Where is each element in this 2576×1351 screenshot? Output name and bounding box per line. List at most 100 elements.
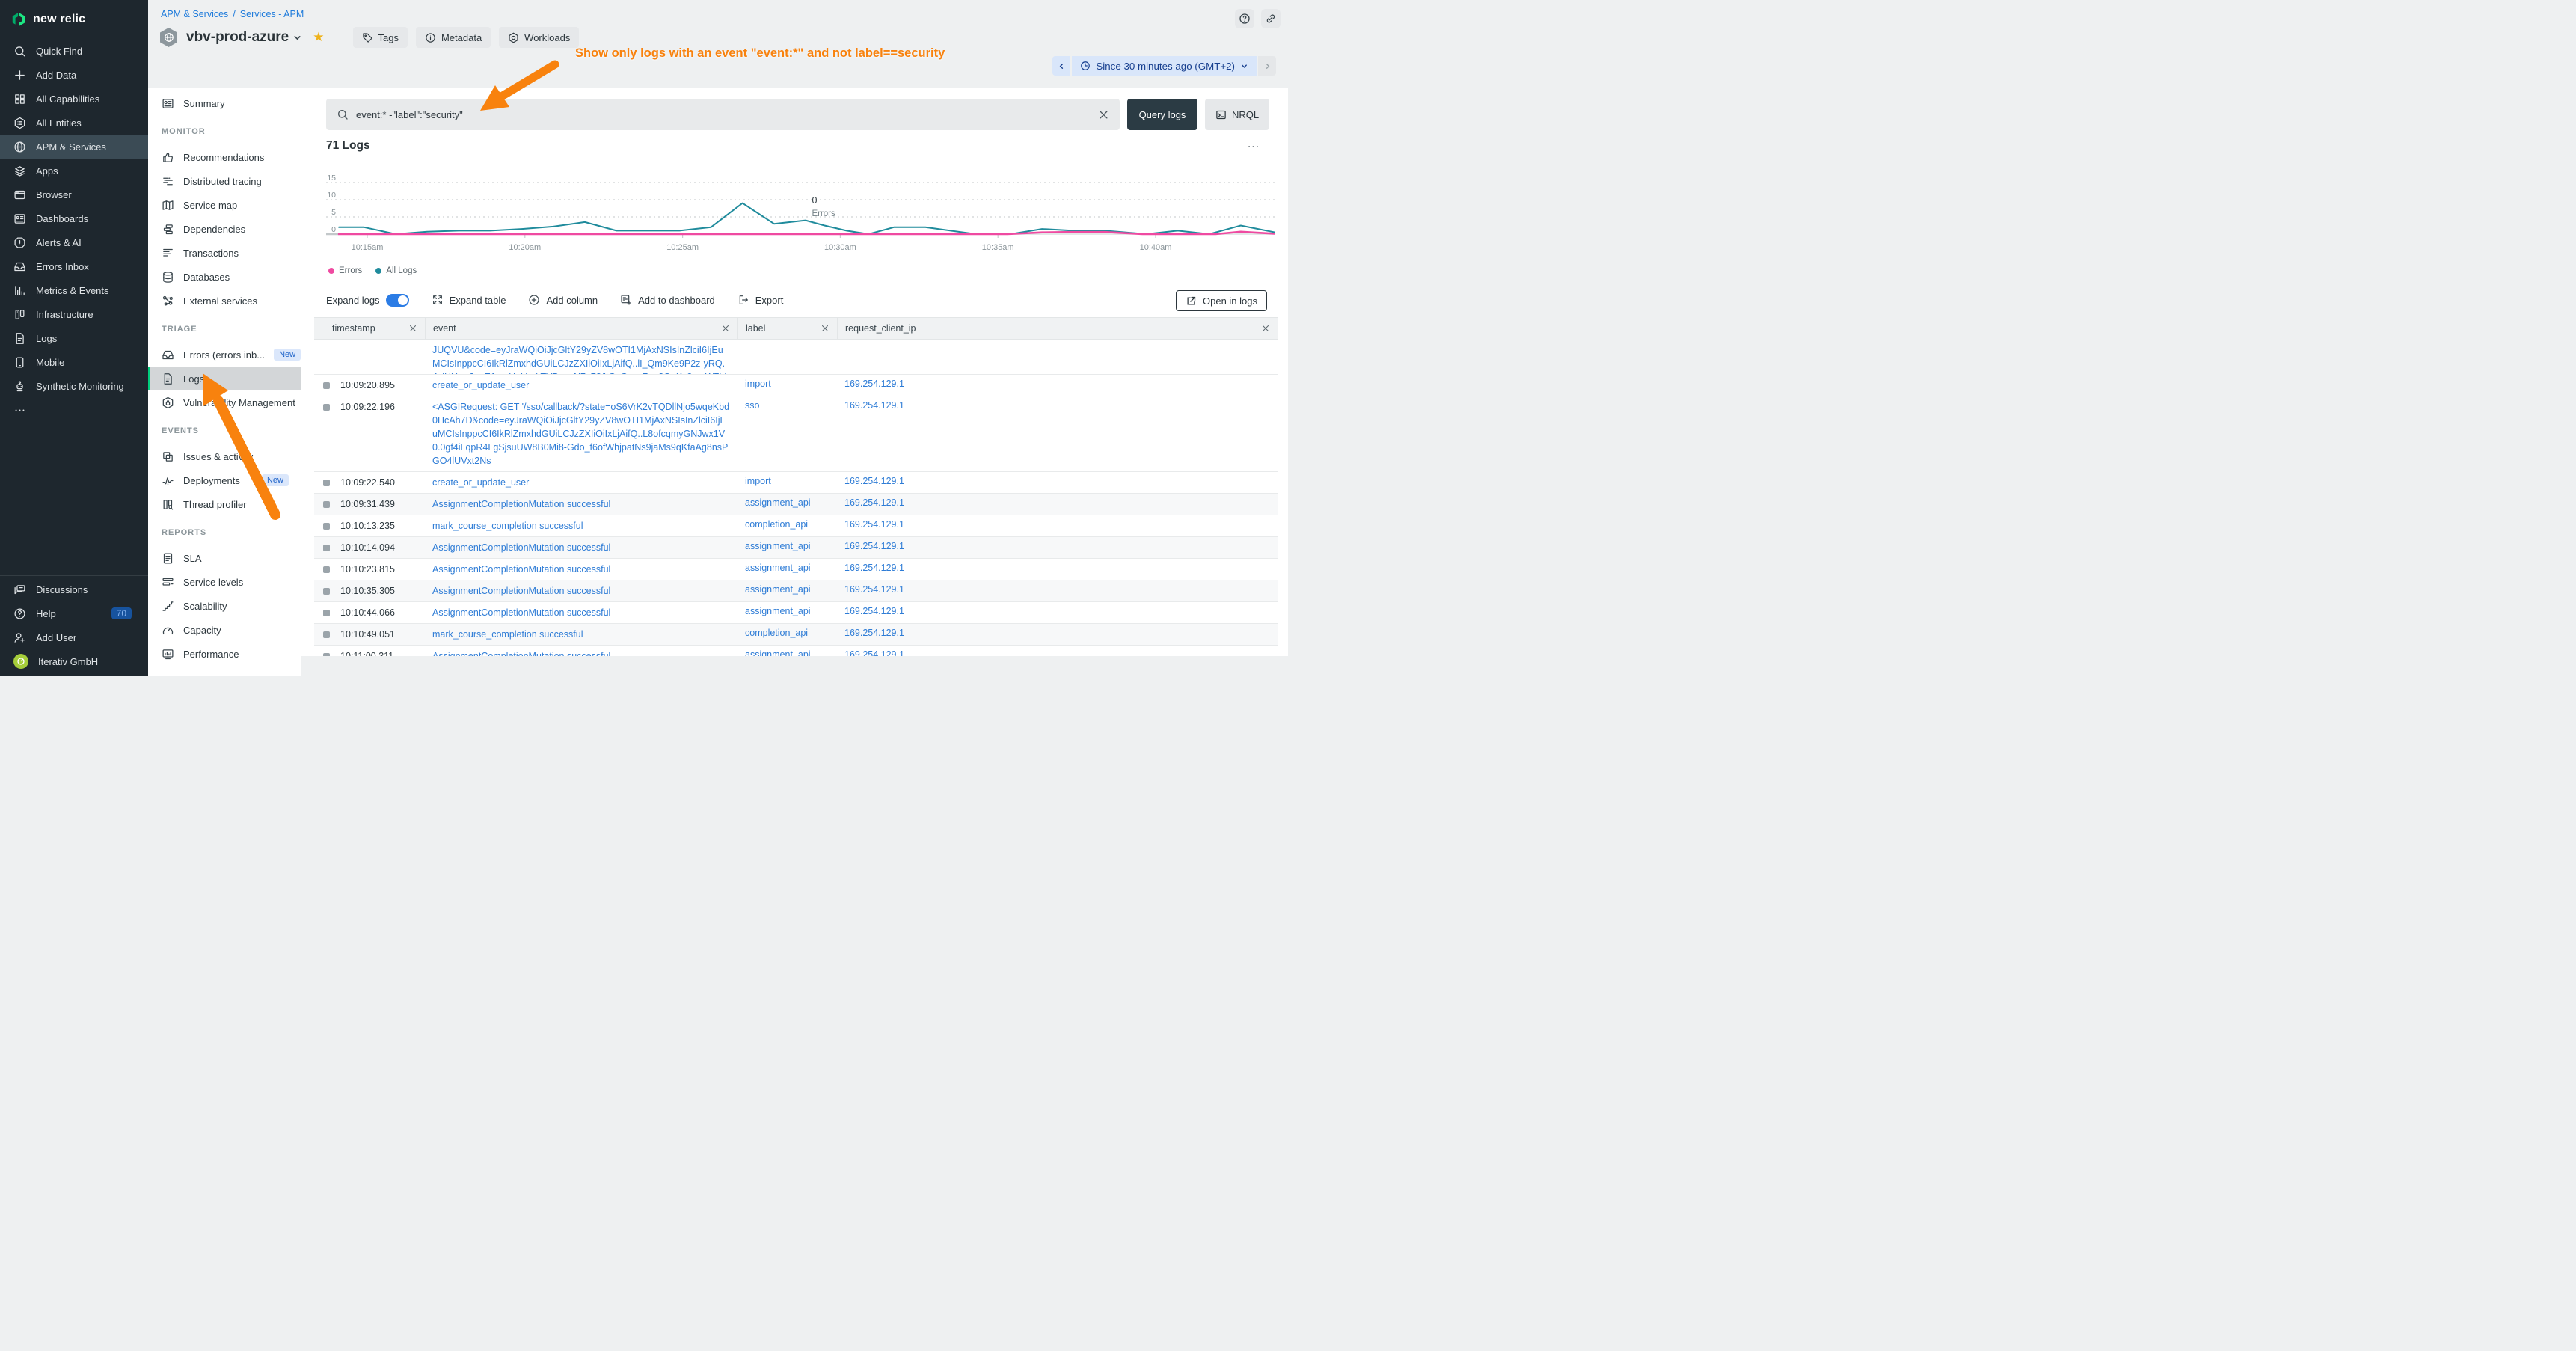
time-back-button[interactable] [1052, 56, 1070, 76]
log-label-link[interactable]: assignment_api [745, 584, 811, 595]
sidebar-item-browser[interactable]: Browser [0, 183, 148, 206]
log-ip-link[interactable]: 169.254.129.1 [844, 628, 904, 638]
log-label-link[interactable]: assignment_api [745, 563, 811, 573]
log-event-link[interactable]: mark_course_completion successful [432, 628, 583, 641]
workloads-button[interactable]: Workloads [499, 27, 579, 48]
subnav-item-transactions[interactable]: Transactions [148, 241, 301, 265]
remove-column-button[interactable] [1261, 324, 1270, 333]
legend-item-all-logs[interactable]: All Logs [375, 266, 417, 275]
time-forward-button[interactable] [1258, 56, 1276, 76]
log-event-link[interactable]: AssignmentCompletionMutation successful [432, 563, 610, 576]
row-select-square[interactable] [323, 566, 330, 573]
table-row[interactable]: 10:10:23.815AssignmentCompletionMutation… [314, 559, 1278, 580]
toolbar-expand-table[interactable]: Expand table [432, 294, 506, 306]
column-header-label[interactable]: label [737, 318, 837, 339]
log-event-link[interactable]: AssignmentCompletionMutation successful [432, 497, 610, 511]
sidebar-item-errors-inbox[interactable]: Errors Inbox [0, 254, 148, 278]
subnav-item-recommendations[interactable]: Recommendations [148, 145, 301, 169]
breadcrumb-apm-services[interactable]: APM & Services [161, 9, 228, 19]
log-label-link[interactable]: assignment_api [745, 497, 811, 508]
remove-column-button[interactable] [821, 324, 829, 333]
table-row[interactable]: 10:10:14.094AssignmentCompletionMutation… [314, 537, 1278, 559]
sidebar-item-apm-services[interactable]: APM & Services [0, 135, 148, 159]
newrelic-logo[interactable]: new relic [0, 0, 148, 39]
subnav-item-scalability[interactable]: Scalability [148, 594, 301, 618]
log-event-link[interactable]: <ASGIRequest: GET '/sso/callback/?state=… [432, 400, 730, 468]
breadcrumb-services-apm[interactable]: Services - APM [240, 9, 304, 19]
log-ip-link[interactable]: 169.254.129.1 [844, 584, 904, 595]
sidebar-item-all-capabilities[interactable]: All Capabilities [0, 87, 148, 111]
log-ip-link[interactable]: 169.254.129.1 [844, 519, 904, 530]
sidebar-item-dashboards[interactable]: Dashboards [0, 206, 148, 230]
subnav-item-deployments[interactable]: DeploymentsNew [148, 468, 301, 492]
sidebar-item-help[interactable]: Help70 [0, 601, 148, 625]
log-ip-link[interactable]: 169.254.129.1 [844, 379, 904, 389]
metadata-button[interactable]: Metadata [416, 27, 491, 48]
log-event-link[interactable]: AssignmentCompletionMutation successful [432, 606, 610, 619]
log-search-input[interactable]: event:* -"label":"security" [326, 99, 1120, 130]
row-select-square[interactable] [323, 404, 330, 411]
log-ip-link[interactable]: 169.254.129.1 [844, 563, 904, 573]
log-ip-link[interactable]: 169.254.129.1 [844, 497, 904, 508]
sidebar-item-metrics-events[interactable]: Metrics & Events [0, 278, 148, 302]
table-row[interactable]: 10:10:49.051mark_course_completion succe… [314, 624, 1278, 646]
log-event-link[interactable]: create_or_update_user [432, 476, 529, 489]
log-label-link[interactable]: sso [745, 400, 759, 411]
toolbar-expand-logs[interactable]: Expand logs [326, 294, 409, 307]
row-select-square[interactable] [323, 545, 330, 551]
table-row[interactable]: 10:10:13.235mark_course_completion succe… [314, 515, 1278, 537]
sidebar-item-synthetic-monitoring[interactable]: Synthetic Monitoring [0, 374, 148, 398]
sidebar-item-apps[interactable]: Apps [0, 159, 148, 183]
log-label-link[interactable]: import [745, 379, 771, 389]
entity-chevron-down-icon[interactable] [292, 33, 302, 43]
help-button[interactable] [1235, 9, 1254, 28]
log-event-link[interactable]: create_or_update_user [432, 379, 529, 392]
entity-title[interactable]: vbv-prod-azure [186, 29, 289, 46]
subnav-item-service-map[interactable]: Service map [148, 193, 301, 217]
subnav-item-service-levels[interactable]: Service levels [148, 570, 301, 594]
log-event-link[interactable]: JUQVU&code=eyJraWQiOiJjcGltY29yZV8wOTI1M… [432, 343, 730, 375]
table-row[interactable]: 10:09:22.196<ASGIRequest: GET '/sso/call… [314, 396, 1278, 472]
row-select-square[interactable] [323, 523, 330, 530]
log-event-link[interactable]: mark_course_completion successful [432, 519, 583, 533]
subnav-item-distributed-tracing[interactable]: Distributed tracing [148, 169, 301, 193]
row-select-square[interactable] [323, 610, 330, 616]
more-menu-button[interactable]: … [1247, 136, 1261, 151]
subnav-item-databases[interactable]: Databases [148, 265, 301, 289]
subnav-item-external-services[interactable]: External services [148, 289, 301, 313]
clear-query-button[interactable] [1098, 109, 1109, 120]
sidebar-item-mobile[interactable]: Mobile [0, 350, 148, 374]
sidebar-item-quick-find[interactable]: Quick Find [0, 39, 148, 63]
log-label-link[interactable]: completion_api [745, 519, 808, 530]
column-header-timestamp[interactable]: timestamp [314, 318, 425, 339]
row-select-square[interactable] [323, 382, 330, 389]
table-row[interactable]: 10:09:20.895create_or_update_userimport1… [314, 375, 1278, 396]
log-event-link[interactable]: AssignmentCompletionMutation successful [432, 584, 610, 598]
subnav-item-logs[interactable]: Logs [148, 367, 301, 390]
subnav-item-sla[interactable]: SLA [148, 546, 301, 570]
remove-column-button[interactable] [408, 324, 417, 333]
table-row[interactable]: 10:10:35.305AssignmentCompletionMutation… [314, 580, 1278, 602]
permalink-button[interactable] [1261, 9, 1281, 28]
row-select-square[interactable] [323, 480, 330, 486]
log-ip-link[interactable]: 169.254.129.1 [844, 400, 904, 411]
table-row[interactable]: JUQVU&code=eyJraWQiOiJjcGltY29yZV8wOTI1M… [314, 340, 1278, 375]
subnav-item-thread-profiler[interactable]: Thread profiler [148, 492, 301, 516]
expand-logs-toggle[interactable] [386, 294, 409, 307]
favorite-star-icon[interactable]: ★ [313, 30, 324, 45]
table-row[interactable]: 10:09:31.439AssignmentCompletionMutation… [314, 494, 1278, 515]
table-row[interactable]: 10:10:44.066AssignmentCompletionMutation… [314, 602, 1278, 624]
subnav-item-summary[interactable]: Summary [148, 91, 301, 115]
sidebar-item-iterativ-gmbh[interactable]: Iterativ GmbH [0, 649, 148, 673]
time-range-button[interactable]: Since 30 minutes ago (GMT+2) [1072, 56, 1257, 76]
nrql-button[interactable]: NRQL [1205, 99, 1269, 130]
column-header-request_client_ip[interactable]: request_client_ip [837, 318, 1278, 339]
subnav-item-capacity[interactable]: Capacity [148, 618, 301, 642]
log-ip-link[interactable]: 169.254.129.1 [844, 541, 904, 551]
row-select-square[interactable] [323, 501, 330, 508]
sidebar-item-add-data[interactable]: Add Data [0, 63, 148, 87]
tags-button[interactable]: Tags [353, 27, 408, 48]
row-select-square[interactable] [323, 588, 330, 595]
subnav-item-issues-activity[interactable]: Issues & activity [148, 444, 301, 468]
log-ip-link[interactable]: 169.254.129.1 [844, 476, 904, 486]
